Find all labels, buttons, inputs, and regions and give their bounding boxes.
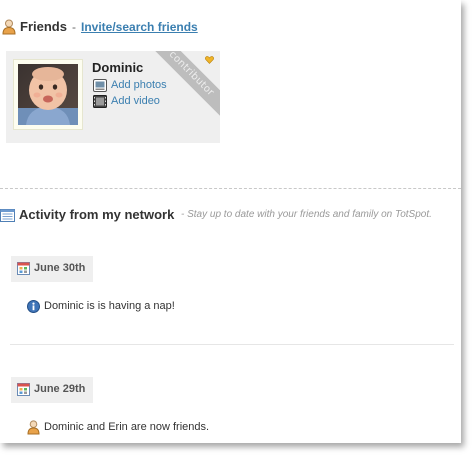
invite-search-friends-link[interactable]: Invite/search friends bbox=[81, 20, 198, 34]
activity-subtitle: - Stay up to date with your friends and … bbox=[181, 209, 432, 220]
person-icon bbox=[2, 19, 16, 35]
section-divider bbox=[0, 188, 461, 189]
friends-title: Friends bbox=[20, 19, 67, 34]
video-icon bbox=[93, 95, 107, 108]
add-photos-label: Add photos bbox=[111, 79, 167, 91]
date-header: June 30th bbox=[11, 256, 93, 282]
page-panel: Friends - Invite/search friends Dominic … bbox=[0, 0, 461, 443]
heart-icon bbox=[205, 56, 214, 64]
calendar-icon bbox=[17, 262, 30, 275]
list-icon bbox=[0, 209, 15, 222]
friend-name[interactable]: Dominic bbox=[92, 60, 143, 75]
day-divider bbox=[10, 344, 454, 345]
friend-avatar[interactable] bbox=[13, 59, 83, 130]
person-icon bbox=[27, 420, 40, 435]
date-label: June 30th bbox=[34, 262, 86, 274]
activity-title: Activity from my network bbox=[19, 207, 175, 222]
info-icon bbox=[27, 300, 40, 313]
activity-text: Dominic is is having a nap! bbox=[44, 300, 175, 312]
add-video-label: Add video bbox=[111, 95, 160, 107]
friends-separator: - bbox=[72, 20, 76, 34]
date-header: June 29th bbox=[11, 377, 93, 403]
activity-text: Dominic and Erin are now friends. bbox=[44, 421, 210, 433]
photo-icon bbox=[93, 79, 107, 92]
activity-section-header: Activity from my network - Stay up to da… bbox=[0, 207, 461, 225]
baby-photo-image bbox=[18, 64, 78, 125]
date-label: June 29th bbox=[34, 383, 86, 395]
friend-card[interactable]: Dominic Add photos Add video contributor bbox=[6, 51, 220, 143]
calendar-icon bbox=[17, 383, 30, 396]
